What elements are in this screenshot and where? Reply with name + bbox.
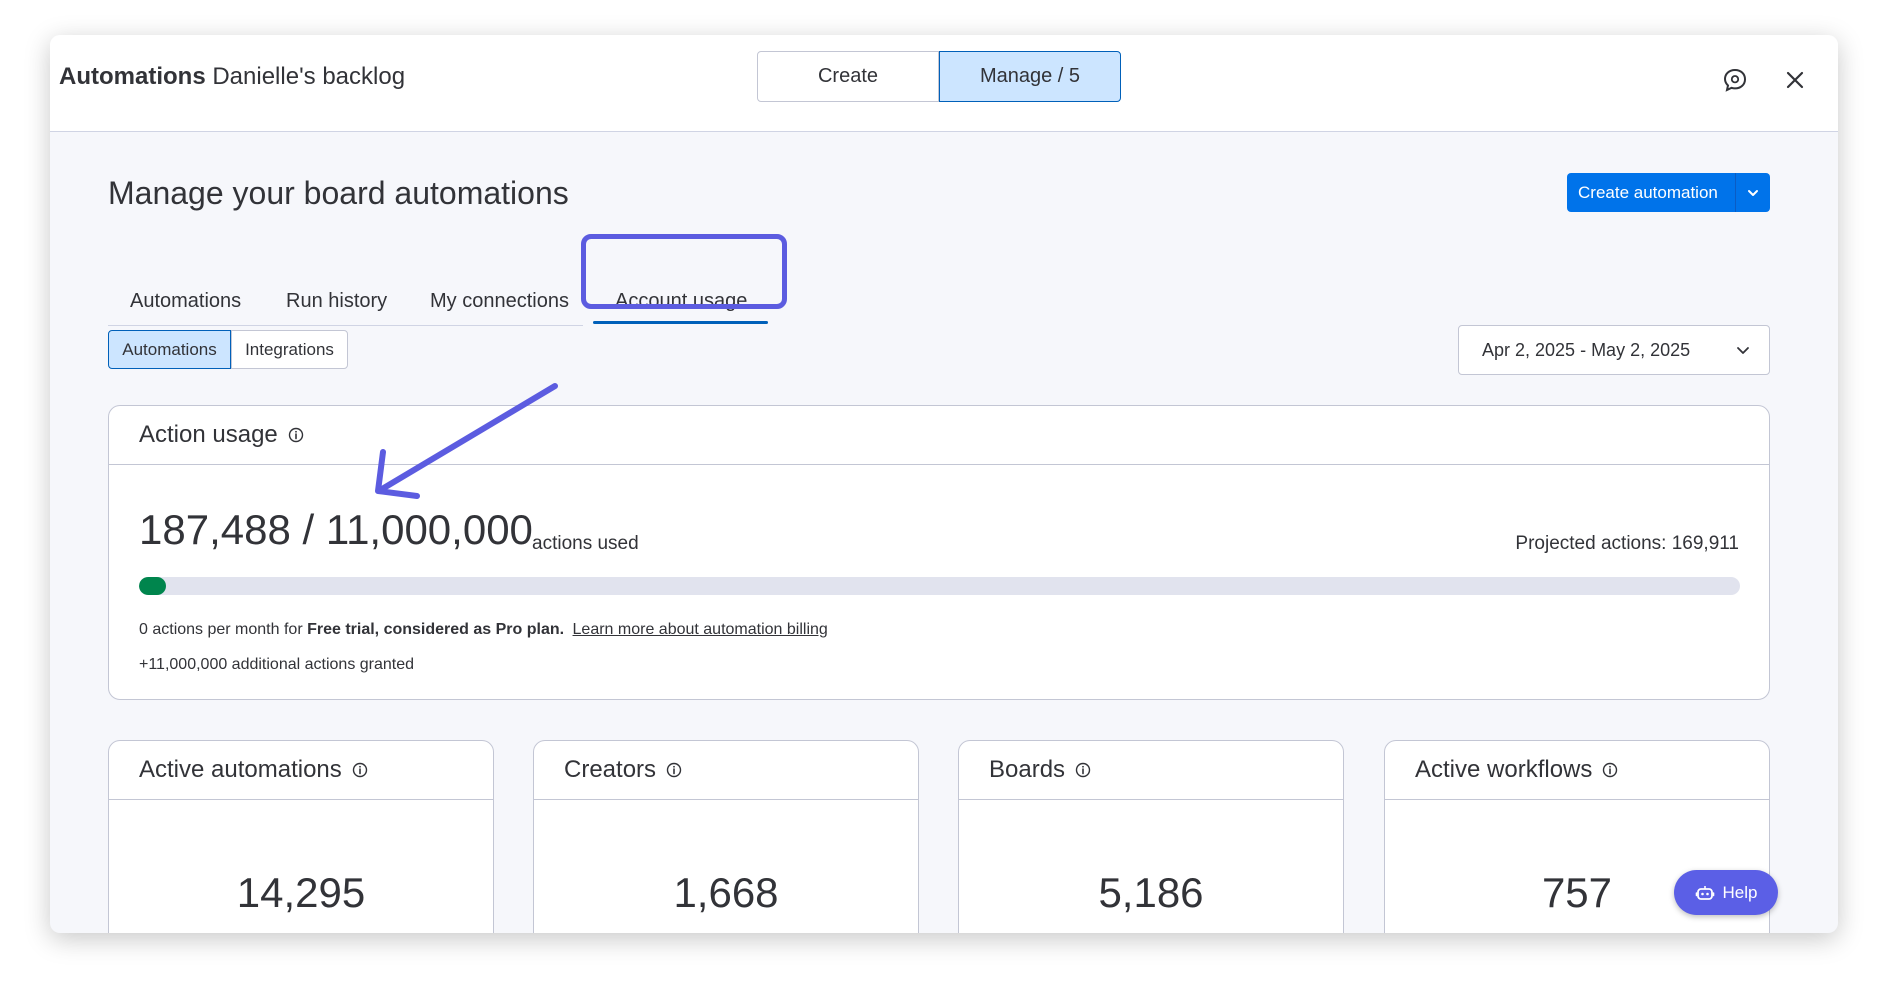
app-name: Automations [59,63,206,90]
robot-help-icon [1695,885,1714,900]
stat-card-header: Active automations [109,741,493,800]
actions-used-label: actions used [532,533,639,554]
chevron-down-icon[interactable] [1735,173,1770,212]
plan-info: 0 actions per month for Free trial, cons… [139,621,828,639]
stat-value: 5,186 [1098,869,1204,916]
tab-account-usage[interactable]: Account usage [615,290,747,313]
info-icon[interactable] [352,762,368,778]
tabs-divider [108,325,583,326]
stat-card-header: Boards [959,741,1343,800]
usage-progress-bar [139,577,1740,595]
stat-title: Active automations [139,756,342,783]
creators-card: Creators 1,668 [533,740,919,933]
info-icon[interactable] [1075,762,1091,778]
filter-chip-automations[interactable]: Automations [108,330,231,369]
help-button[interactable]: Help [1674,870,1778,915]
filter-chip-integrations[interactable]: Integrations [231,330,348,369]
stat-value: 14,295 [236,869,366,916]
tab-automations[interactable]: Automations [130,290,241,313]
create-segment-button[interactable]: Create [757,51,939,102]
info-icon[interactable] [1602,762,1618,778]
create-automation-label[interactable]: Create automation [1567,173,1735,212]
date-range-select[interactable]: Apr 2, 2025 - May 2, 2025 [1458,325,1770,375]
chevron-down-icon [1737,347,1749,354]
create-automation-button[interactable]: Create automation [1567,173,1770,212]
active-automations-card: Active automations 14,295 [108,740,494,933]
automations-window: Automations Danielle's backlog Create Ma… [50,35,1838,933]
actions-used-count: 187,488 / 11,000,000 [139,506,533,553]
billing-link[interactable]: Learn more about automation billing [573,621,828,638]
granted-actions: +11,000,000 additional actions granted [139,656,415,673]
stat-value: 1,668 [673,869,779,916]
action-usage-card: Action usage 187,488 / 11,000,000 action… [108,405,1770,700]
stat-card-header: Creators [534,741,918,800]
app-title: Automations Danielle's backlog [59,63,405,91]
boards-card: Boards 5,186 [958,740,1344,933]
page-title: Manage your board automations [108,175,569,211]
action-usage-title: Action usage [139,421,278,448]
date-range-value: Apr 2, 2025 - May 2, 2025 [1482,339,1691,360]
usage-progress-fill [139,577,167,595]
stat-title: Active workflows [1415,756,1593,783]
plan-prefix: 0 actions per month for [139,621,308,638]
top-bar: Automations Danielle's backlog Create Ma… [50,35,1838,132]
board-name: Danielle's backlog [212,63,406,90]
close-icon[interactable] [1780,65,1810,95]
manage-segment-button[interactable]: Manage / 5 [939,51,1121,102]
info-icon[interactable] [666,762,682,778]
plan-name: Free trial, considered as Pro plan. [307,621,565,638]
projected-actions: Projected actions: 169,911 [1515,533,1739,554]
action-usage-header: Action usage [109,406,1769,465]
help-label: Help [1722,882,1758,902]
stat-title: Creators [564,756,657,783]
chat-feedback-icon[interactable] [1720,65,1750,95]
stat-card-header: Active workflows [1385,741,1769,800]
stat-title: Boards [989,756,1066,783]
active-tab-indicator [593,321,768,324]
info-icon[interactable] [288,427,304,443]
tab-run-history[interactable]: Run history [286,290,387,313]
tab-my-connections[interactable]: My connections [430,290,569,313]
